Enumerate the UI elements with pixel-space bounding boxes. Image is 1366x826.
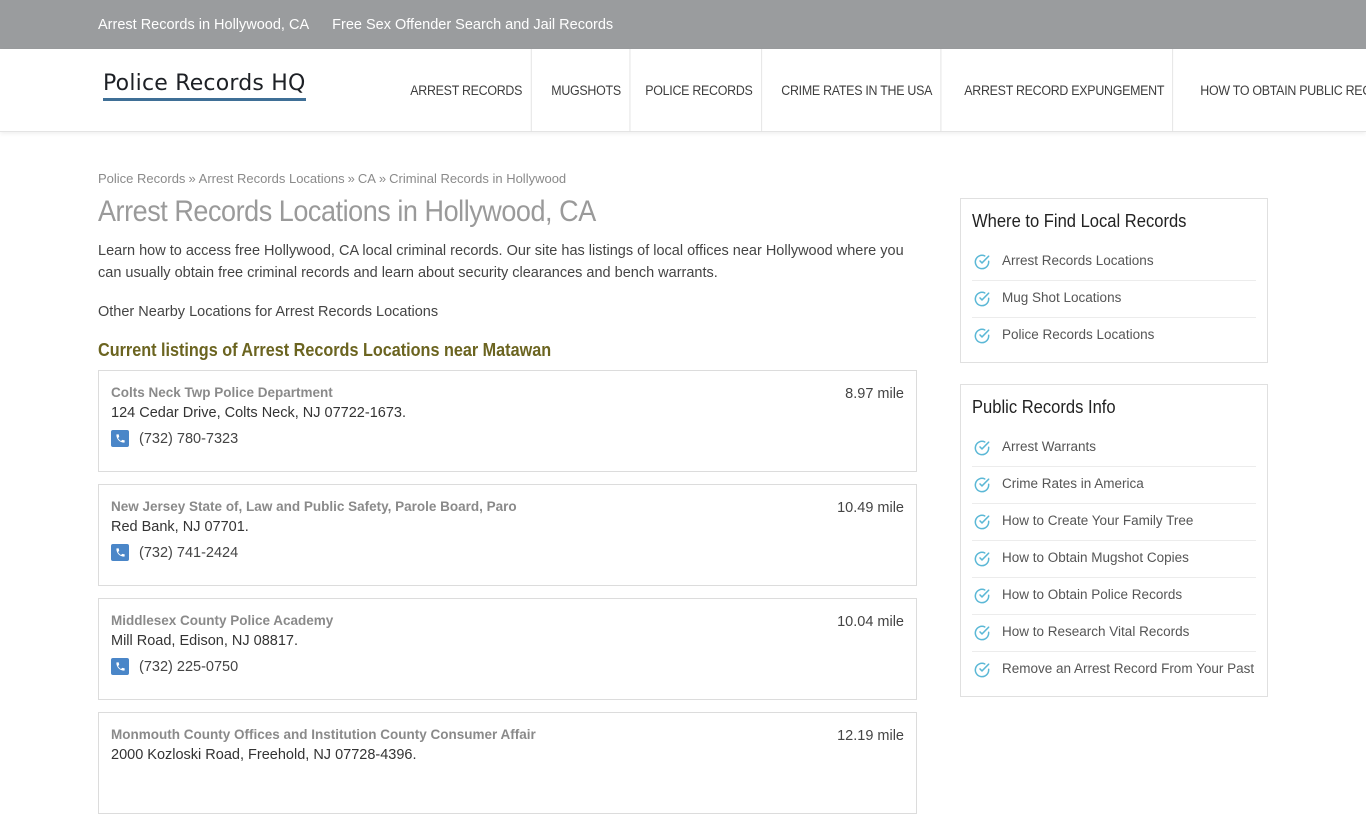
listing-distance: 12.19 mile — [837, 728, 904, 744]
check-circle-icon — [974, 551, 990, 567]
listing-card: Middlesex County Police Academy Mill Roa… — [98, 598, 917, 700]
sidebar-item-label: Remove an Arrest Record From Your Past — [1002, 661, 1255, 676]
widget-title: Public Records Info — [972, 397, 1116, 417]
sidebar-item-arrest-records-locations[interactable]: Arrest Records Locations — [972, 244, 1256, 281]
sidebar-item-label: Mug Shot Locations — [1002, 290, 1122, 305]
sidebar-item-label: Crime Rates in America — [1002, 476, 1144, 491]
widget-title: Where to Find Local Records — [972, 211, 1187, 231]
listing-name[interactable]: Colts Neck Twp Police Department — [111, 385, 904, 400]
breadcrumb-separator: » — [347, 171, 355, 186]
listing-phone-number[interactable]: (732) 225-0750 — [139, 659, 238, 675]
breadcrumb-separator: » — [378, 171, 387, 186]
sidebar-item-crime-rates[interactable]: Crime Rates in America — [972, 467, 1256, 504]
widget-public-records-info: Public Records Info Arrest Warrants Crim… — [960, 384, 1268, 697]
check-circle-icon — [974, 477, 990, 493]
nav-item-crime-rates[interactable]: CRIME RATES IN THE USA — [773, 49, 942, 132]
listing-address: Mill Road, Edison, NJ 08817. — [111, 633, 298, 649]
sidebar-item-label: Police Records Locations — [1002, 327, 1155, 342]
check-circle-icon — [974, 514, 990, 530]
listing-distance: 10.04 mile — [837, 614, 904, 630]
sidebar-item-police-records-locations[interactable]: Police Records Locations — [972, 318, 1256, 354]
sidebar-item-label: How to Research Vital Records — [1002, 624, 1190, 639]
check-circle-icon — [974, 440, 990, 456]
listing-name[interactable]: New Jersey State of, Law and Public Safe… — [111, 499, 904, 514]
breadcrumb-arrest-records-locations[interactable]: Arrest Records Locations — [199, 171, 345, 186]
nav-item-public-records[interactable]: HOW TO OBTAIN PUBLIC RECORDS — [1192, 49, 1366, 132]
breadcrumb-ca[interactable]: CA — [358, 171, 376, 186]
listing-phone-number[interactable]: (732) 741-2424 — [139, 545, 238, 561]
check-circle-icon — [974, 328, 990, 344]
listing-phone-number[interactable]: (732) 780-7323 — [139, 431, 238, 447]
sidebar-item-arrest-warrants[interactable]: Arrest Warrants — [972, 430, 1256, 467]
listing-phone: (732) 225-0750 — [111, 658, 904, 675]
sidebar-item-label: How to Obtain Mugshot Copies — [1002, 550, 1189, 565]
listing-name[interactable]: Monmouth County Offices and Institution … — [111, 727, 904, 742]
site-logo[interactable]: Police Records HQ — [103, 71, 306, 101]
listing-phone: (732) 741-2424 — [111, 544, 904, 561]
listing-card: New Jersey State of, Law and Public Safe… — [98, 484, 917, 586]
sidebar-item-obtain-police-records[interactable]: How to Obtain Police Records — [972, 578, 1256, 615]
logo-underline — [103, 98, 306, 101]
breadcrumb-police-records[interactable]: Police Records — [98, 171, 185, 186]
listing-name[interactable]: Middlesex County Police Academy — [111, 613, 904, 628]
sidebar-item-label: Arrest Warrants — [1002, 439, 1097, 454]
sidebar-item-vital-records[interactable]: How to Research Vital Records — [972, 615, 1256, 652]
check-circle-icon — [974, 588, 990, 604]
page-title: Arrest Records Locations in Hollywood, C… — [98, 195, 596, 228]
site-header: Police Records HQ ARREST RECORDS MUGSHOT… — [0, 49, 1366, 132]
listing-address: 2000 Kozloski Road, Freehold, NJ 07728-4… — [111, 747, 417, 763]
phone-icon — [111, 658, 129, 675]
main-content: Police Records» Arrest Records Locations»… — [98, 171, 917, 826]
sidebar-item-remove-arrest-record[interactable]: Remove an Arrest Record From Your Past — [972, 652, 1256, 688]
check-circle-icon — [974, 662, 990, 678]
widget-local-records: Where to Find Local Records Arrest Recor… — [960, 198, 1268, 363]
listing-phone: (732) 780-7323 — [111, 430, 904, 447]
sidebar-item-label: Arrest Records Locations — [1002, 253, 1154, 268]
sidebar-item-label: How to Create Your Family Tree — [1002, 513, 1194, 528]
sidebar-item-mug-shot-locations[interactable]: Mug Shot Locations — [972, 281, 1256, 318]
topbar-link-sex-offender-search[interactable]: Free Sex Offender Search and Jail Record… — [332, 17, 613, 33]
listing-distance: 10.49 mile — [837, 500, 904, 516]
listing-card: Monmouth County Offices and Institution … — [98, 712, 917, 814]
nav-item-expungement[interactable]: ARREST RECORD EXPUNGEMENT — [956, 49, 1174, 132]
phone-icon — [111, 544, 129, 561]
listings-heading: Current listings of Arrest Records Locat… — [98, 340, 552, 360]
intro-text: Learn how to access free Hollywood, CA l… — [98, 243, 904, 281]
nav-item-mugshots[interactable]: MUGSHOTS — [543, 49, 630, 132]
check-circle-icon — [974, 254, 990, 270]
breadcrumb-criminal-records-hollywood[interactable]: Criminal Records in Hollywood — [389, 171, 566, 186]
main-nav: ARREST RECORDS MUGSHOTS POLICE RECORDS C… — [402, 49, 1366, 132]
topbar-link-arrest-records-hollywood[interactable]: Arrest Records in Hollywood, CA — [98, 17, 309, 33]
breadcrumb: Police Records» Arrest Records Locations»… — [98, 171, 917, 186]
listing-address: Red Bank, NJ 07701. — [111, 519, 249, 535]
check-circle-icon — [974, 625, 990, 641]
phone-icon — [111, 430, 129, 447]
breadcrumb-separator: » — [188, 171, 196, 186]
top-bar: Arrest Records in Hollywood, CA Free Sex… — [0, 0, 1366, 49]
sidebar-item-label: How to Obtain Police Records — [1002, 587, 1183, 602]
check-circle-icon — [974, 291, 990, 307]
listing-distance: 8.97 mile — [845, 386, 904, 402]
nav-item-police-records[interactable]: POLICE RECORDS — [637, 49, 762, 132]
listing-address: 124 Cedar Drive, Colts Neck, NJ 07722-16… — [111, 405, 406, 421]
logo-text: Police Records HQ — [103, 71, 306, 96]
nav-item-arrest-records[interactable]: ARREST RECORDS — [402, 49, 532, 132]
sidebar-item-mugshot-copies[interactable]: How to Obtain Mugshot Copies — [972, 541, 1256, 578]
listing-card: Colts Neck Twp Police Department 124 Ced… — [98, 370, 917, 472]
sidebar-item-family-tree[interactable]: How to Create Your Family Tree — [972, 504, 1256, 541]
sidebar: Where to Find Local Records Arrest Recor… — [960, 198, 1268, 718]
nearby-locations-text: Other Nearby Locations for Arrest Record… — [98, 304, 439, 320]
